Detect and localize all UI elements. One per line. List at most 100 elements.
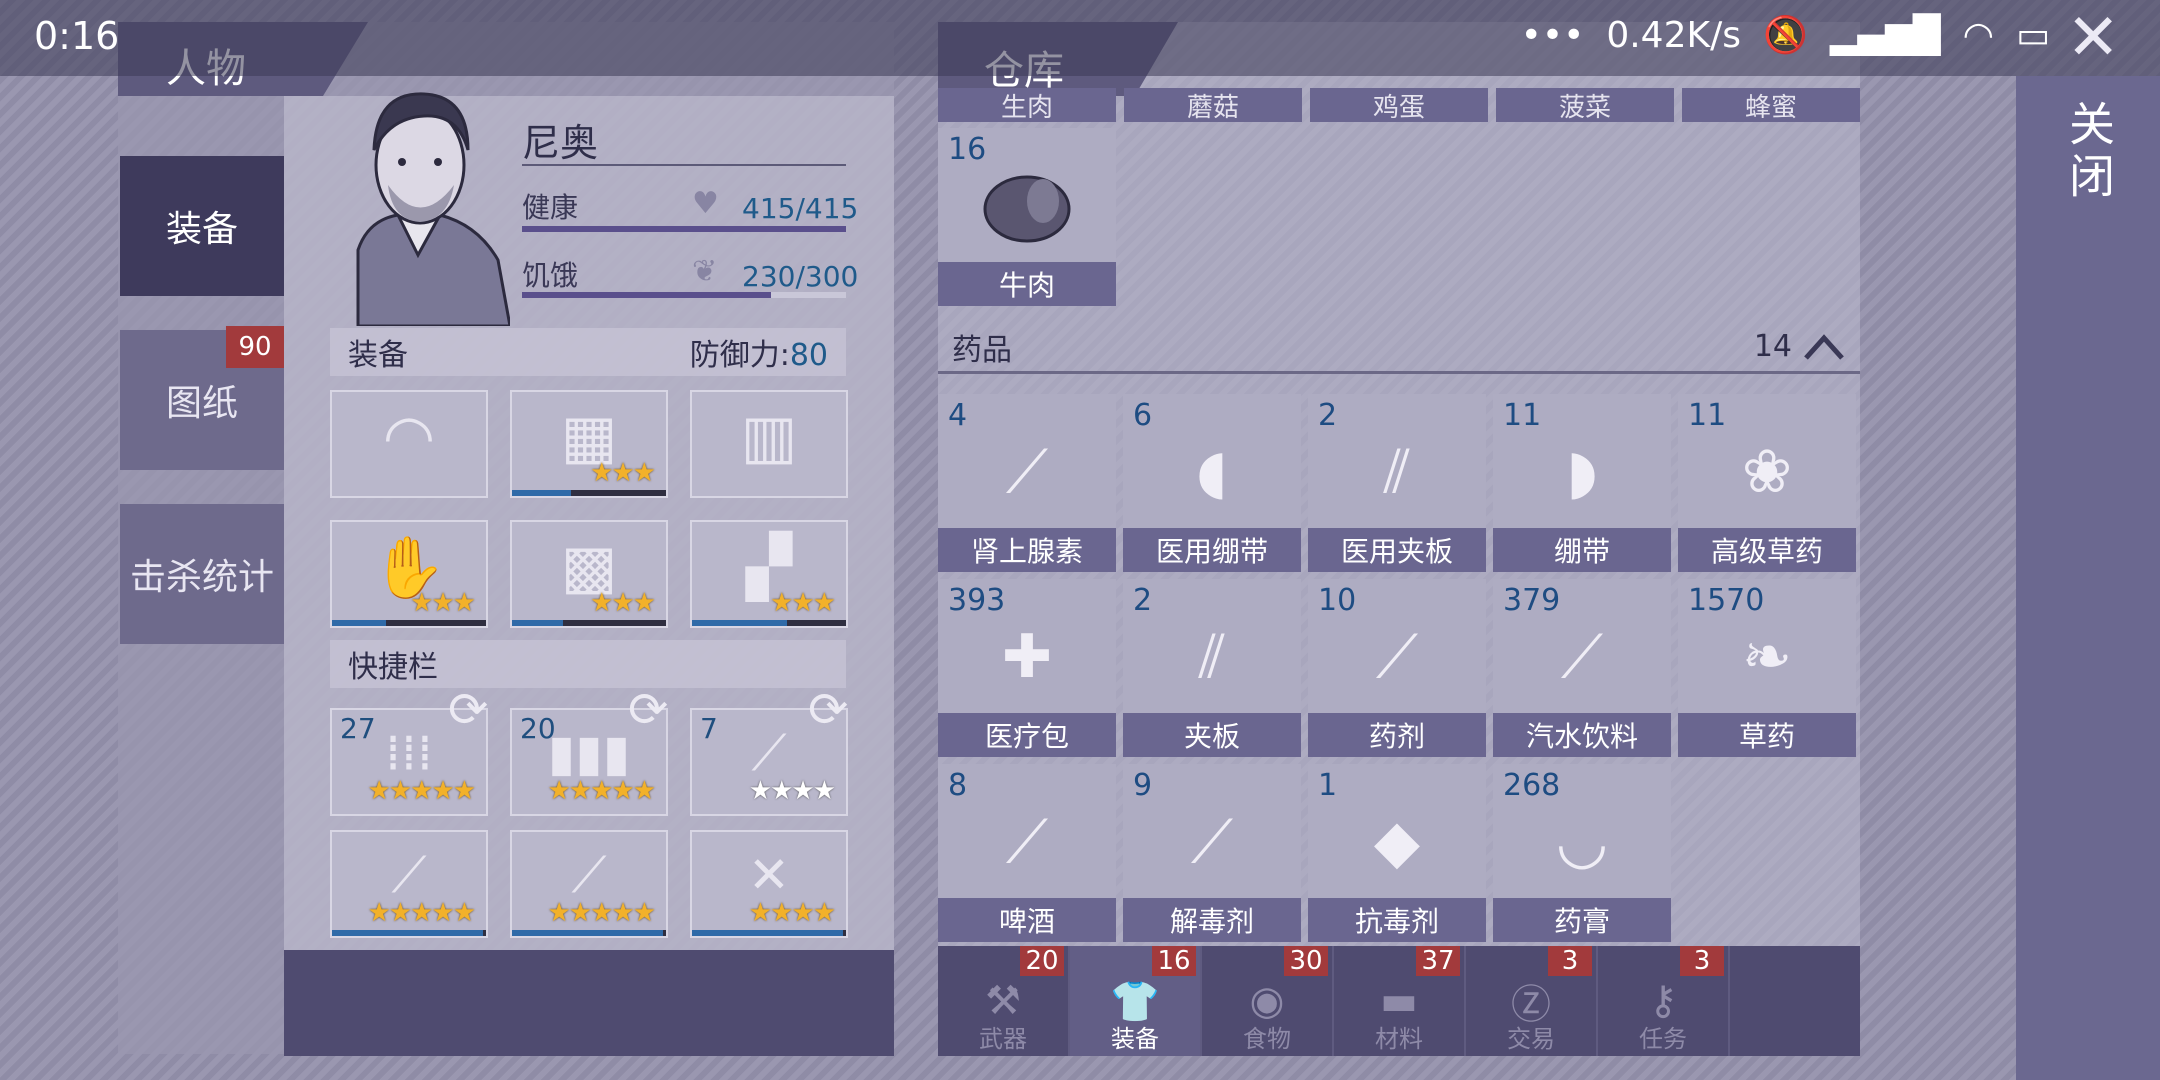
hunger-value: 230/300 bbox=[742, 260, 859, 293]
equipment-section-header: 装备 防御力:80 bbox=[330, 328, 846, 376]
medicine-item[interactable]: 1 ◆ 抗毒剂 bbox=[1308, 764, 1486, 942]
tab-blueprints-label: 图纸 bbox=[165, 383, 238, 424]
durability-bar bbox=[692, 620, 846, 626]
close-label[interactable]: 关闭 bbox=[2056, 100, 2122, 204]
tab-badge: 30 bbox=[1284, 946, 1328, 976]
equipment-slot[interactable]: ▞ ★★★ bbox=[690, 520, 848, 628]
star-rating: ★★★ bbox=[770, 588, 836, 618]
durability-bar bbox=[512, 620, 666, 626]
durability-bar bbox=[332, 930, 486, 936]
medicine-item[interactable]: 9 ⟋ 解毒剂 bbox=[1123, 764, 1301, 942]
medicine-item[interactable]: 4 ⟋ 肾上腺素 bbox=[938, 394, 1116, 572]
category-label: 药品 bbox=[952, 332, 1012, 368]
medicine-item[interactable]: 11 ◗ 绷带 bbox=[1493, 394, 1671, 572]
medicine-item[interactable]: 11 ❀ 高级草药 bbox=[1678, 394, 1856, 572]
item-name: 啤酒 bbox=[938, 898, 1116, 942]
category-header-medicine[interactable]: 药品 14 bbox=[938, 322, 1860, 374]
medicine-item[interactable]: 268 ◡ 药膏 bbox=[1493, 764, 1671, 942]
storage-tab[interactable]: 37 ▬ 材料 bbox=[1334, 946, 1466, 1056]
equipment-slot[interactable]: ◠ bbox=[330, 390, 488, 498]
food-item-beef[interactable]: 16 牛肉 bbox=[938, 128, 1116, 306]
quickbar-slot[interactable]: ✕ ★★★★ bbox=[690, 830, 848, 938]
star-rating: ★★★★★ bbox=[547, 898, 656, 928]
tab-badge: 3 bbox=[1680, 946, 1724, 976]
chevron-up-icon[interactable] bbox=[1802, 332, 1846, 362]
swap-icon[interactable]: ⟳ bbox=[628, 682, 668, 738]
durability-fill bbox=[692, 930, 843, 936]
close-x-icon[interactable]: ✕ bbox=[2066, 6, 2120, 70]
tab-badge: 37 bbox=[1416, 946, 1460, 976]
storage-tab[interactable]: 3 ⚷ 任务 bbox=[1598, 946, 1730, 1056]
hat-icon: ◠ bbox=[382, 402, 436, 472]
food-item-partial[interactable]: 蜂蜜 bbox=[1682, 88, 1860, 122]
equipment-section-label: 装备 bbox=[348, 338, 408, 373]
jacket-icon: ▥ bbox=[740, 402, 798, 472]
durability-fill bbox=[692, 620, 788, 626]
food-item-partial[interactable]: 菠菜 bbox=[1496, 88, 1674, 122]
item-name: 绷带 bbox=[1493, 528, 1671, 572]
name-divider bbox=[522, 164, 846, 166]
medicine-item[interactable]: 379 ⟋ 汽水饮料 bbox=[1493, 579, 1671, 757]
item-name: 医用夹板 bbox=[1308, 528, 1486, 572]
food-item-partial[interactable]: 生肉 bbox=[938, 88, 1116, 122]
medicine-item[interactable]: 2 ⫽ 医用夹板 bbox=[1308, 394, 1486, 572]
star-rating: ★★★ bbox=[410, 588, 476, 618]
quickbar-slot[interactable]: ⟋ ★★★★★ bbox=[330, 830, 488, 938]
medicine-item[interactable]: 6 ◖ 医用绷带 bbox=[1123, 394, 1301, 572]
tab-equipment[interactable]: 装备 bbox=[120, 156, 284, 296]
tab-badge: 20 bbox=[1020, 946, 1064, 976]
antitoxin-icon: ◆ bbox=[1373, 807, 1421, 877]
beef-icon bbox=[938, 156, 1116, 256]
star-rating: ★★★ bbox=[590, 588, 656, 618]
category-count-group: 14 bbox=[1754, 329, 1846, 364]
storage-tab[interactable]: 30 ◉ 食物 bbox=[1202, 946, 1334, 1056]
durability-fill bbox=[512, 490, 571, 496]
medicine-item[interactable]: 8 ⟋ 啤酒 bbox=[938, 764, 1116, 942]
food-item-partial[interactable]: 鸡蛋 bbox=[1310, 88, 1488, 122]
antidote-icon: ⟋ bbox=[1191, 807, 1233, 877]
close-panel[interactable] bbox=[2016, 76, 2160, 1080]
equipment-slot[interactable]: ▦ ★★★ bbox=[510, 390, 668, 498]
tab-label: 材料 bbox=[1375, 1025, 1423, 1053]
medicine-item[interactable]: 1570 ❧ 草药 bbox=[1678, 579, 1856, 757]
food-item-partial[interactable]: 蘑菇 bbox=[1124, 88, 1302, 122]
item-name: 药膏 bbox=[1493, 898, 1671, 942]
network-speed: 0.42K/s bbox=[1606, 14, 1741, 56]
item-name: 医用绷带 bbox=[1123, 528, 1301, 572]
ointment-icon: ◡ bbox=[1555, 807, 1609, 877]
swap-icon[interactable]: ⟳ bbox=[448, 682, 488, 738]
medical-splint-icon: ⫽ bbox=[1383, 437, 1411, 507]
hunger-label: 饥饿 bbox=[522, 259, 579, 292]
durability-fill bbox=[332, 930, 483, 936]
item-name: 医疗包 bbox=[938, 713, 1116, 757]
pump-shotgun-icon: ⟋ bbox=[571, 846, 607, 904]
hunger-bar-fill bbox=[522, 292, 771, 298]
status-time: 0:16 bbox=[34, 14, 120, 58]
durability-fill bbox=[332, 620, 386, 626]
equipment-slot[interactable]: ▩ ★★★ bbox=[510, 520, 668, 628]
equipment-slot[interactable]: ✋ ★★★ bbox=[330, 520, 488, 628]
storage-tab[interactable]: 3 Ⓩ 交易 bbox=[1466, 946, 1598, 1056]
crossbow-icon: ✕ bbox=[748, 846, 790, 904]
defense-stat: 防御力:80 bbox=[690, 330, 828, 374]
quickbar-label: 快捷栏 bbox=[348, 650, 438, 685]
tab-label: 交易 bbox=[1507, 1025, 1555, 1053]
quickbar-slot[interactable]: ⟋ ★★★★★ bbox=[510, 830, 668, 938]
medicine-item[interactable]: 393 ✚ 医疗包 bbox=[938, 579, 1116, 757]
storage-tab[interactable]: 16 👕 装备 bbox=[1070, 946, 1202, 1056]
medicine-item[interactable]: 2 ⫽ 夹板 bbox=[1123, 579, 1301, 757]
mute-bell-icon: 🔕 bbox=[1762, 15, 1808, 56]
medicine-item[interactable]: 10 ⟋ 药剂 bbox=[1308, 579, 1486, 757]
storage-tab[interactable]: 20 ⚒ 武器 bbox=[938, 946, 1070, 1056]
item-name: 解毒剂 bbox=[1123, 898, 1301, 942]
tab-kill-stats[interactable]: 击杀统计 bbox=[120, 504, 284, 644]
stomach-icon: ❦ bbox=[692, 254, 718, 289]
item-name: 夹板 bbox=[1123, 713, 1301, 757]
bandage-icon: ◗ bbox=[1566, 437, 1598, 507]
category-count: 14 bbox=[1753, 329, 1792, 364]
swap-icon[interactable]: ⟳ bbox=[808, 682, 848, 738]
item-name: 牛肉 bbox=[938, 262, 1116, 306]
storage-category-tabs: 20 ⚒ 武器 16 👕 装备 30 ◉ 食物 37 ▬ 材料 3 Ⓩ 交易 3 ⚷ 任务 bbox=[938, 946, 1860, 1056]
equipment-slot[interactable]: ▥ bbox=[690, 390, 848, 498]
medical-bandage-icon: ◖ bbox=[1196, 437, 1228, 507]
